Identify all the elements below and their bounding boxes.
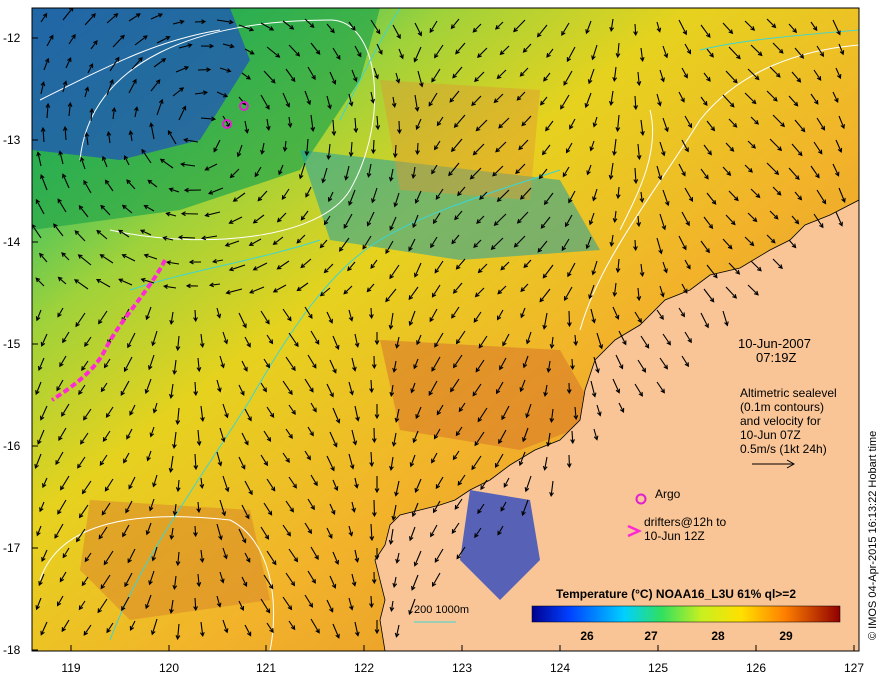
lon-label: 123 xyxy=(452,661,472,675)
drifters-line-1: drifters@12h to xyxy=(644,515,727,529)
lon-label: 120 xyxy=(159,661,179,675)
lon-label: 119 xyxy=(61,661,80,675)
lat-label: -14 xyxy=(3,235,21,249)
colorbar-title: Temperature (°C) NOAA16_L3U 61% ql>=2 xyxy=(556,587,796,601)
lon-label: 125 xyxy=(648,661,668,675)
lon-label: 127 xyxy=(844,661,864,675)
lon-label: 126 xyxy=(746,661,766,675)
credit-text: © IMOS 04-Apr-2015 16:13:22 Hobart time xyxy=(867,431,879,640)
altimetry-line-3: and velocity for xyxy=(740,414,821,428)
drifters-line-2: 10-Jun 12Z xyxy=(644,529,705,543)
lon-label: 122 xyxy=(354,661,374,675)
colorbar-tick-label: 28 xyxy=(711,629,725,643)
lat-label: -18 xyxy=(3,643,21,657)
sst-map-figure: -12 -13 -14 -15 -16 -17 -18 119 120 121 122 123 124… xyxy=(3,7,879,675)
altimetry-line-5: 0.5m/s (1kt 24h) xyxy=(740,442,827,456)
colorbar xyxy=(531,605,841,623)
lon-label: 124 xyxy=(550,661,570,675)
colorbar-tick-label: 29 xyxy=(779,629,793,643)
lat-label: -12 xyxy=(3,31,21,45)
argo-label: Argo xyxy=(655,487,681,501)
colorbar-tick-label: 27 xyxy=(644,629,658,643)
lat-label: -16 xyxy=(3,439,21,453)
warm-patch-north xyxy=(380,80,540,200)
lat-label: -17 xyxy=(3,541,21,555)
colorbar-tick-label: 26 xyxy=(580,629,594,643)
map-area xyxy=(32,8,859,651)
lat-label: -15 xyxy=(3,337,21,351)
altimetry-line-1: Altimetric sealevel xyxy=(740,386,837,400)
map-time: 07:19Z xyxy=(756,350,797,365)
lon-label: 121 xyxy=(256,661,276,675)
map-date: 10-Jun-2007 xyxy=(738,336,811,351)
depth-legend-label: 200 1000m xyxy=(414,604,469,616)
altimetry-line-4: 10-Jun 07Z xyxy=(740,428,801,442)
lat-label: -13 xyxy=(3,133,21,147)
altimetry-line-2: (0.1m contours) xyxy=(740,400,824,414)
